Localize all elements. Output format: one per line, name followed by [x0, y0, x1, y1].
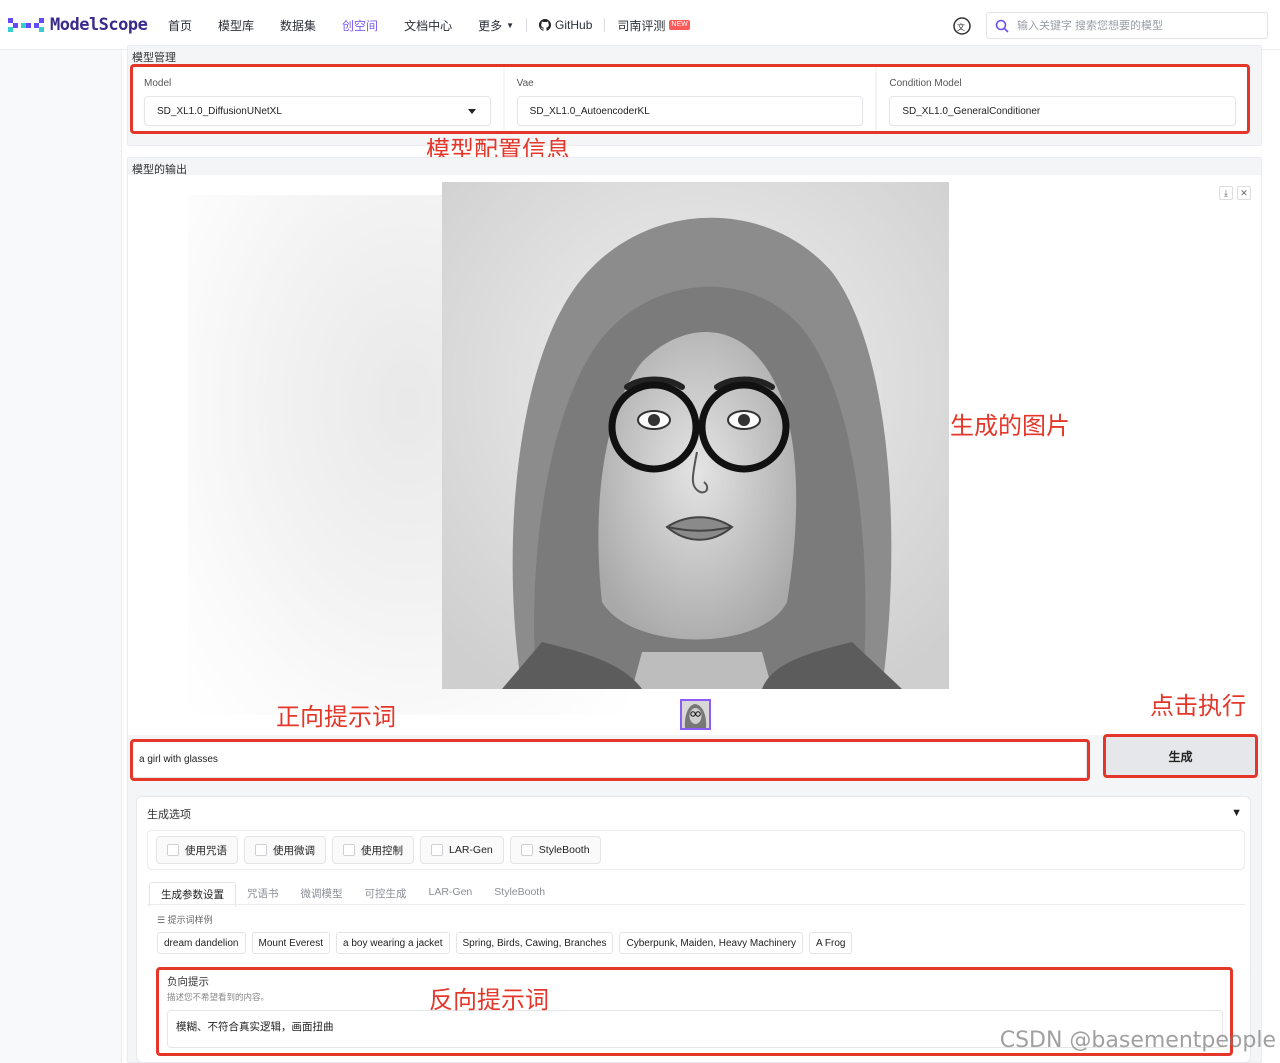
caret-down-icon: ▼ [506, 20, 515, 30]
condition-model-label: Condition Model [889, 78, 962, 89]
search-icon [995, 19, 1009, 33]
annotation-click-run: 点击执行 [1150, 692, 1246, 720]
generated-image[interactable] [442, 182, 949, 689]
model-config-row: Model SD_XL1.0_DiffusionUNetXL Vae SD_XL… [132, 66, 1249, 132]
negative-prompt-description: 描述您不希望看到的内容。 [167, 992, 270, 1002]
example-chip[interactable]: Mount Everest [251, 932, 330, 954]
nav-more[interactable]: 更多 ▼ [478, 17, 514, 34]
prompt-examples-label-text: 提示词样例 [167, 915, 213, 925]
checkbox-icon [167, 844, 179, 856]
positive-prompt-value: a girl with glasses [139, 754, 218, 765]
download-icon[interactable]: ⤓ [1219, 186, 1233, 200]
checkbox-icon [343, 844, 355, 856]
github-icon [539, 19, 552, 31]
annotation-negative-prompt: 反向提示词 [429, 986, 549, 1014]
left-gutter [0, 50, 122, 1063]
top-navbar: ModelScope 首页 模型库 数据集 创空间 文档中心 更多 ▼ GitH… [0, 0, 1280, 50]
use-control-checkbox[interactable]: 使用控制 [332, 836, 414, 864]
nav-docs[interactable]: 文档中心 [404, 17, 452, 34]
nav-home[interactable]: 首页 [168, 17, 192, 34]
generation-options-panel: 生成选项 ▼ 使用咒语 使用微调 使用控制 LAR-Gen StyleBooth… [136, 796, 1251, 1063]
example-chip[interactable]: Spring, Birds, Cawing, Branches [455, 932, 614, 954]
checkbox-label: LAR-Gen [449, 844, 493, 856]
checkbox-label: StyleBooth [538, 844, 590, 856]
logo-text: ModelScope [50, 15, 148, 35]
model-management-title: 模型管理 [132, 52, 176, 64]
dropdown-arrow-icon [467, 108, 476, 114]
nav-eval[interactable]: 司南评测 NEW [617, 17, 690, 34]
negative-prompt-label: 负向提示 [167, 976, 209, 988]
github-label: GitHub [555, 18, 593, 32]
nav-studios[interactable]: 创空间 [342, 17, 378, 34]
checkbox-icon [431, 844, 443, 856]
generated-portrait-image [442, 182, 949, 689]
checkbox-label: 使用控制 [361, 844, 403, 857]
modelscope-logo-icon [8, 18, 44, 32]
list-icon: ☰ [157, 915, 168, 925]
vae-label: Vae [516, 78, 534, 89]
nav-datasets[interactable]: 数据集 [280, 17, 316, 34]
lar-gen-checkbox[interactable]: LAR-Gen [420, 836, 504, 864]
prompt-examples-label: ☰ 提示词样例 [157, 913, 213, 926]
csdn-watermark: CSDN @basementpeople [999, 1028, 1276, 1053]
generation-options-title: 生成选项 [147, 809, 191, 821]
main-nav: 首页 模型库 数据集 创空间 文档中心 更多 ▼ GitHub 司南评测 NEW [168, 0, 716, 50]
eval-label: 司南评测 [617, 18, 666, 33]
annotation-generated-image: 生成的图片 [950, 412, 1070, 440]
new-badge: NEW [669, 20, 690, 30]
prompt-example-chips: dream dandelion Mount Everest a boy wear… [157, 932, 853, 954]
stylebooth-checkbox[interactable]: StyleBooth [509, 836, 601, 864]
collapse-triangle-icon[interactable]: ▼ [1231, 807, 1242, 819]
model-label: Model [144, 78, 172, 89]
checkbox-label: 使用微调 [273, 844, 315, 857]
vae-value: SD_XL1.0_AutoencoderKL [529, 105, 650, 117]
condition-model-value: SD_XL1.0_GeneralConditioner [902, 105, 1041, 117]
search-input[interactable] [1017, 19, 1257, 32]
model-field: Model SD_XL1.0_DiffusionUNetXL [132, 66, 503, 132]
nav-divider [604, 18, 606, 32]
example-chip[interactable]: A Frog [809, 932, 853, 954]
checkbox-icon [255, 844, 267, 856]
model-select-value: SD_XL1.0_DiffusionUNetXL [157, 105, 282, 117]
nav-models[interactable]: 模型库 [218, 17, 254, 34]
nav-divider [526, 18, 528, 32]
vae-field: Vae SD_XL1.0_AutoencoderKL [504, 66, 876, 132]
condition-model-input[interactable]: SD_XL1.0_GeneralConditioner [889, 96, 1237, 126]
svg-text:文: 文 [957, 22, 965, 32]
close-icon[interactable]: ✕ [1237, 186, 1251, 200]
use-spell-checkbox[interactable]: 使用咒语 [156, 836, 238, 864]
condition-model-field: Condition Model SD_XL1.0_GeneralConditio… [877, 66, 1249, 132]
use-finetune-checkbox[interactable]: 使用微调 [244, 836, 326, 864]
tab-divider [147, 904, 1245, 905]
example-chip[interactable]: Cyberpunk, Maiden, Heavy Machinery [619, 932, 803, 954]
vae-input[interactable]: SD_XL1.0_AutoencoderKL [516, 96, 864, 126]
example-chip[interactable]: dream dandelion [157, 932, 246, 954]
example-chip[interactable]: a boy wearing a jacket [335, 932, 450, 954]
nav-github[interactable]: GitHub [539, 18, 592, 32]
nav-right: 文 [952, 12, 1268, 39]
checkbox-label: 使用咒语 [185, 844, 227, 857]
thumbnail-portrait-image [682, 701, 709, 728]
modelscope-logo[interactable]: ModelScope [8, 14, 148, 36]
positive-prompt-input[interactable]: a girl with glasses [132, 741, 1087, 778]
model-select[interactable]: SD_XL1.0_DiffusionUNetXL [144, 96, 491, 126]
language-icon[interactable]: 文 [952, 16, 972, 36]
checkbox-icon [520, 844, 533, 856]
gallery-thumbnail[interactable] [680, 699, 711, 730]
feature-checkboxes: 使用咒语 使用微调 使用控制 LAR-Gen StyleBooth [147, 830, 1245, 870]
generate-button[interactable]: 生成 [1105, 736, 1256, 776]
search-box[interactable] [986, 12, 1268, 39]
annotation-positive-prompt: 正向提示词 [276, 703, 396, 731]
nav-more-label: 更多 [478, 18, 503, 33]
